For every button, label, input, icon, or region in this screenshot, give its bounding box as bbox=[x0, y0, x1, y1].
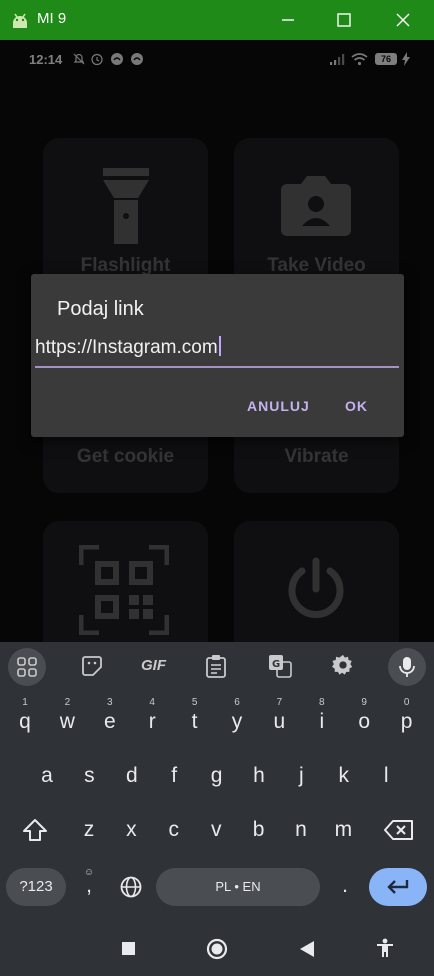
enter-key[interactable] bbox=[369, 868, 427, 906]
key-i[interactable]: 8i bbox=[303, 697, 341, 746]
gear-icon[interactable] bbox=[332, 654, 354, 676]
key-u[interactable]: 7u bbox=[260, 697, 298, 746]
key-v[interactable]: v bbox=[197, 806, 235, 854]
minimize-button[interactable] bbox=[276, 8, 300, 32]
gif-button[interactable]: GIF bbox=[141, 657, 166, 674]
window-title: MI 9 bbox=[37, 10, 67, 27]
link-dialog: Podaj link https://Instagram.com ANULUJ … bbox=[31, 274, 404, 437]
key-q[interactable]: 1q bbox=[6, 697, 44, 746]
globe-icon[interactable] bbox=[120, 876, 142, 898]
key-k[interactable]: k bbox=[325, 752, 363, 800]
key-c[interactable]: c bbox=[155, 806, 193, 854]
dialog-title: Podaj link bbox=[57, 298, 144, 320]
keyboard: GIF G 1q2w3e4r5t6y7u8i9o0p asdfghjkl zxc… bbox=[0, 642, 434, 976]
link-input-value: https://Instagram.com bbox=[35, 337, 218, 358]
recents-nav-icon[interactable] bbox=[122, 942, 135, 955]
accessibility-icon[interactable] bbox=[376, 938, 394, 958]
shift-icon bbox=[23, 819, 47, 841]
text-caret bbox=[218, 336, 221, 356]
key-l[interactable]: l bbox=[367, 752, 405, 800]
svg-text:G: G bbox=[272, 659, 280, 670]
space-key[interactable]: PL • EN bbox=[156, 868, 320, 906]
key-x[interactable]: x bbox=[112, 806, 150, 854]
backspace-key[interactable] bbox=[378, 806, 420, 854]
key-z[interactable]: z bbox=[70, 806, 108, 854]
home-nav-icon[interactable] bbox=[206, 938, 228, 960]
mic-icon bbox=[399, 657, 415, 677]
key-hint: 3 bbox=[107, 697, 113, 708]
enter-icon bbox=[387, 880, 409, 894]
key-j[interactable]: j bbox=[282, 752, 320, 800]
key-w[interactable]: 2w bbox=[48, 697, 86, 746]
key-hint: 2 bbox=[64, 697, 71, 708]
mic-button[interactable] bbox=[388, 648, 426, 686]
key-h[interactable]: h bbox=[240, 752, 278, 800]
cancel-button[interactable]: ANULUJ bbox=[247, 398, 310, 414]
android-icon bbox=[13, 13, 27, 28]
key-n[interactable]: n bbox=[282, 806, 320, 854]
key-s[interactable]: s bbox=[70, 752, 108, 800]
key-hint: 8 bbox=[319, 697, 325, 708]
clipboard-icon[interactable] bbox=[205, 654, 227, 678]
key-hint: 5 bbox=[191, 697, 198, 708]
sticker-icon[interactable] bbox=[80, 654, 104, 678]
ok-button[interactable]: OK bbox=[345, 398, 368, 414]
key-hint: 6 bbox=[234, 697, 240, 708]
key-b[interactable]: b bbox=[240, 806, 278, 854]
key-f[interactable]: f bbox=[155, 752, 193, 800]
key-p[interactable]: 0p bbox=[388, 697, 426, 746]
key-hint: 7 bbox=[276, 697, 283, 708]
back-nav-icon[interactable] bbox=[300, 941, 314, 957]
maximize-button[interactable] bbox=[332, 8, 356, 32]
period-key[interactable]: . bbox=[326, 862, 364, 910]
key-t[interactable]: 5t bbox=[176, 697, 214, 746]
key-hint: 1 bbox=[22, 697, 28, 708]
key-g[interactable]: g bbox=[198, 752, 236, 800]
window-title-bar: MI 9 bbox=[0, 0, 434, 40]
key-hint: 9 bbox=[361, 697, 367, 708]
key-y[interactable]: 6y bbox=[218, 697, 256, 746]
key-e[interactable]: 3e bbox=[91, 697, 129, 746]
translate-icon[interactable]: G bbox=[268, 654, 292, 678]
key-o[interactable]: 9o bbox=[345, 697, 383, 746]
key-d[interactable]: d bbox=[113, 752, 151, 800]
close-button[interactable] bbox=[391, 8, 415, 32]
apps-grid-button[interactable] bbox=[8, 648, 46, 686]
link-input[interactable]: https://Instagram.com bbox=[35, 336, 399, 368]
backspace-icon bbox=[384, 820, 413, 840]
key-hint: 0 bbox=[403, 697, 410, 708]
key-hint: 4 bbox=[149, 697, 155, 708]
symbols-key[interactable]: ?123 bbox=[6, 868, 66, 906]
apps-grid-icon bbox=[17, 657, 37, 677]
key-a[interactable]: a bbox=[28, 752, 66, 800]
comma-key[interactable]: ☺ , bbox=[70, 862, 108, 910]
key-m[interactable]: m bbox=[324, 806, 362, 854]
emoji-hint-icon: ☺ bbox=[83, 867, 95, 878]
key-r[interactable]: 4r bbox=[133, 697, 171, 746]
shift-key[interactable] bbox=[16, 806, 56, 854]
